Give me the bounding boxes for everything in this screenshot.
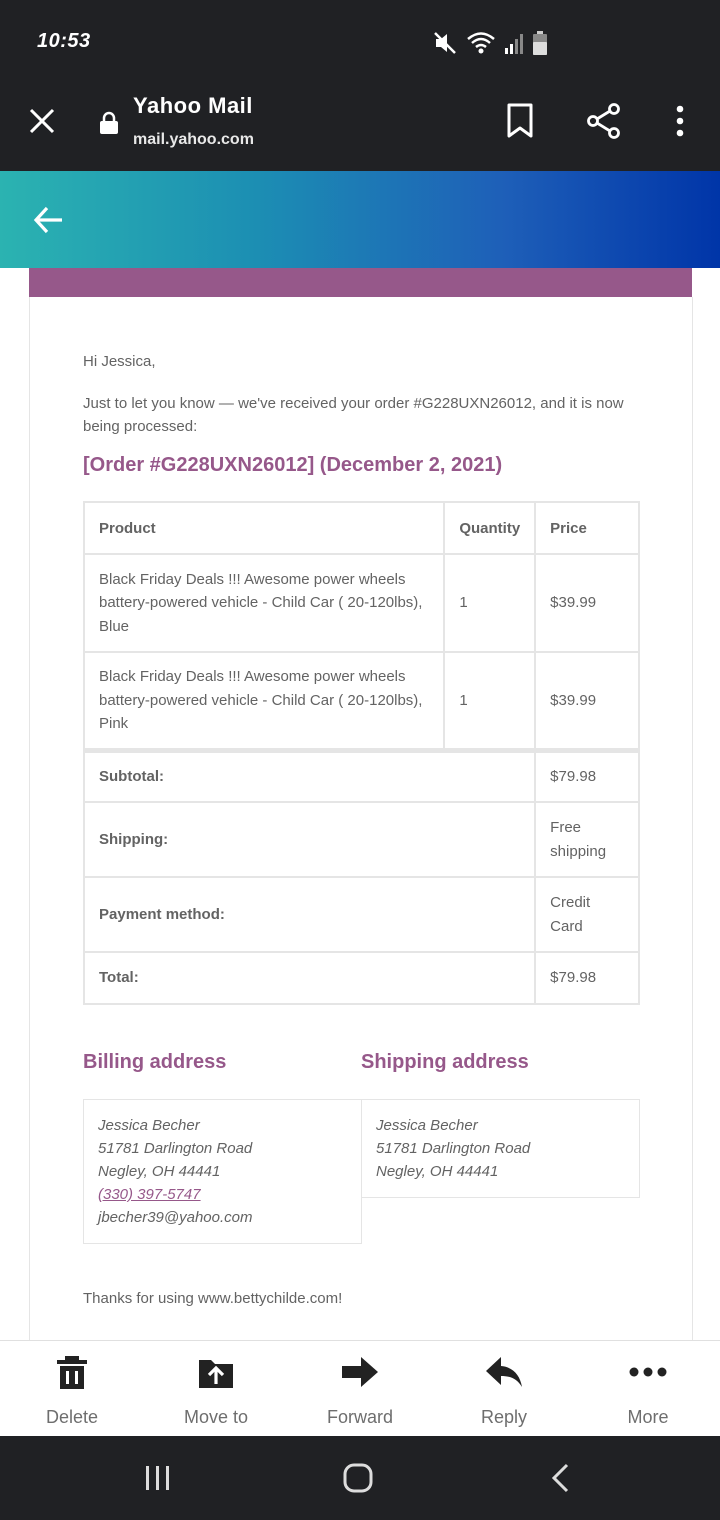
billing-street: 51781 Darlington Road [98,1140,253,1157]
back-arrow-icon[interactable] [32,203,66,237]
more-label: More [627,1407,669,1427]
wifi-icon [467,32,495,54]
order-heading: [Order #G228UXN26012] (December 2, 2021) [83,454,503,476]
action-bar: Delete Move to Forward Reply More [0,1340,720,1436]
table-row: Black Friday Deals !!! Awesome power whe… [82,553,640,653]
move-folder-icon [199,1360,233,1388]
email-header-band [29,268,692,297]
order-table: Product Quantity Price Black Friday Deal… [82,501,640,1005]
forward-button[interactable]: Forward [288,1341,432,1437]
item-price: $39.99 [534,651,640,751]
table-header-row: Product Quantity Price [82,501,640,555]
shipping-value: Free shipping [534,801,640,878]
item-quantity: 1 [443,651,537,751]
system-nav-bar [0,1436,720,1520]
subtotal-value: $79.98 [534,747,640,803]
item-price: $39.99 [534,553,640,653]
total-row: Total: $79.98 [82,951,640,1005]
shipping-name: Jessica Becher [376,1117,478,1134]
delete-label: Delete [45,1407,99,1427]
table-row: Black Friday Deals !!! Awesome power whe… [82,651,640,751]
home-icon[interactable] [342,1462,374,1494]
close-icon[interactable] [26,105,58,137]
billing-name: Jessica Becher [98,1117,200,1134]
forward-label: Forward [326,1407,393,1427]
email-card: Hi Jessica, Just to let you know — we've… [29,297,693,1340]
payment-method-label: Payment method: [82,876,537,953]
share-icon[interactable] [586,103,622,139]
shipping-address: Jessica Becher 51781 Darlington Road Neg… [361,1099,640,1198]
back-icon[interactable] [548,1462,572,1494]
billing-city: Negley, OH 44441 [98,1163,221,1180]
reply-label: Reply [480,1407,528,1427]
lock-icon [100,111,118,134]
screen: 10:53 Yahoo Mail mail.yahoo.com Hi Jessi… [0,0,720,1520]
signal-icon [505,34,523,54]
more-horiz-icon [629,1367,667,1377]
billing-address-title: Billing address [83,1051,227,1073]
status-icons [432,30,548,56]
intro-text: Just to let you know — we've received yo… [83,395,624,435]
mail-header [0,171,720,268]
forward-arrow-icon [342,1357,378,1387]
reply-button[interactable]: Reply [432,1341,576,1437]
column-header-price: Price [534,501,640,555]
payment-method-value: Credit Card [534,876,640,953]
shipping-label: Shipping: [82,801,537,878]
more-button[interactable]: More [576,1341,720,1437]
delete-button[interactable]: Delete [0,1341,144,1437]
move-to-button[interactable]: Move to [144,1341,288,1437]
total-label: Total: [82,951,537,1005]
move-to-label: Move to [183,1407,249,1427]
item-quantity: 1 [443,553,537,653]
total-value: $79.98 [534,951,640,1005]
trash-icon [57,1356,87,1389]
billing-email: jbecher39@yahoo.com [98,1209,253,1226]
battery-icon [533,31,547,55]
bookmark-icon[interactable] [506,103,534,139]
subtotal-label: Subtotal: [82,747,537,803]
mute-icon [434,32,456,54]
browser-toolbar: Yahoo Mail mail.yahoo.com [0,85,720,171]
subtotal-row: Subtotal: $79.98 [82,747,640,803]
browser-title: Yahoo Mail [133,93,253,118]
recent-apps-icon[interactable] [144,1462,172,1494]
reply-arrow-icon [486,1357,522,1387]
payment-method-row: Payment method: Credit Card [82,876,640,953]
email-body: Hi Jessica, Just to let you know — we've… [0,268,720,1340]
column-header-quantity: Quantity [443,501,537,555]
status-time: 10:53 [37,30,91,52]
billing-phone-link[interactable]: (330) 397-5747 [98,1186,201,1203]
shipping-city: Negley, OH 44441 [376,1163,499,1180]
shipping-row: Shipping: Free shipping [82,801,640,878]
browser-url: mail.yahoo.com [133,131,254,148]
billing-address: Jessica Becher 51781 Darlington Road Neg… [83,1099,362,1244]
more-vert-icon[interactable] [670,103,690,139]
shipping-street: 51781 Darlington Road [376,1140,531,1157]
item-product: Black Friday Deals !!! Awesome power whe… [82,553,446,653]
shipping-address-title: Shipping address [361,1051,529,1073]
column-header-product: Product [82,501,446,555]
status-bar: 10:53 [0,0,720,85]
thanks-text: Thanks for using www.bettychilde.com! [83,1290,343,1307]
greeting: Hi Jessica, [83,353,156,370]
item-product: Black Friday Deals !!! Awesome power whe… [82,651,446,751]
